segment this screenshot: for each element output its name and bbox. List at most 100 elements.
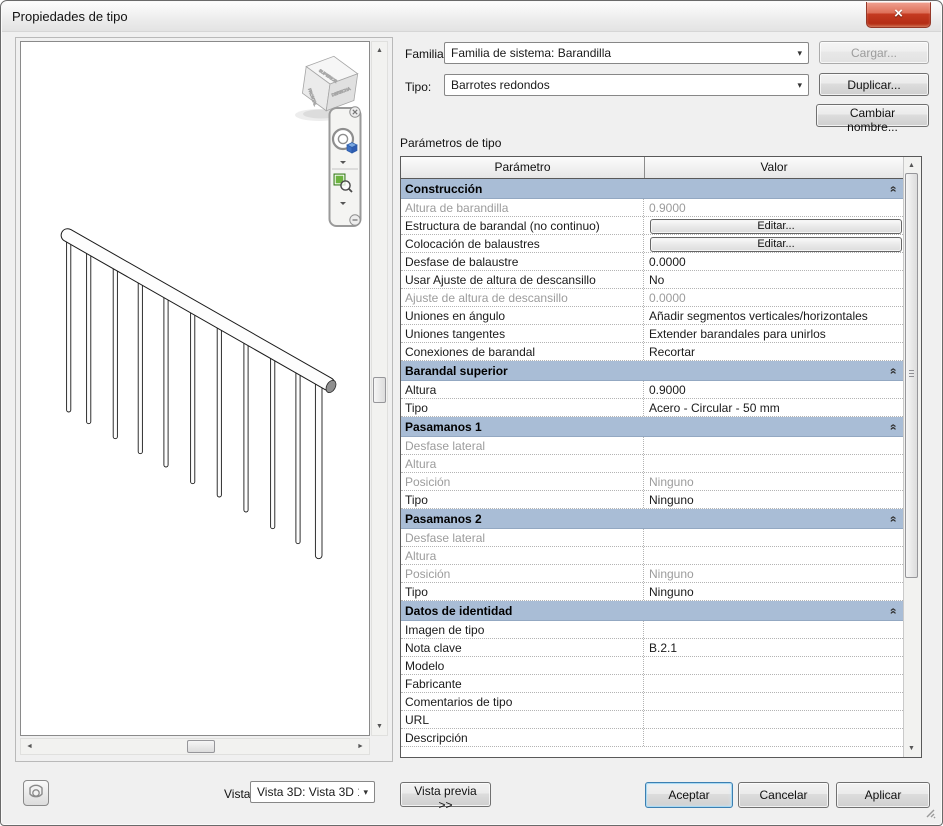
section-header-construccion[interactable]: Construcción» (401, 179, 903, 199)
table-header: Parámetro Valor (401, 157, 903, 179)
scroll-down-button[interactable]: ▼ (372, 719, 387, 734)
param-value[interactable]: B.2.1 (644, 639, 903, 656)
param-name: Tipo (401, 583, 644, 600)
param-value[interactable]: Ninguno (644, 583, 903, 600)
param-row-uniones-tangentes: Uniones tangentesExtender barandales par… (401, 325, 903, 343)
chevron-down-icon: ▾ (797, 80, 802, 91)
param-name: Uniones en ángulo (401, 307, 644, 324)
collapse-chevron-icon[interactable]: » (886, 423, 900, 430)
section-header-pasamanos-1[interactable]: Pasamanos 1» (401, 417, 903, 437)
title-bar[interactable]: Propiedades de tipo × (2, 2, 941, 32)
collapse-chevron-icon[interactable]: » (886, 515, 900, 522)
param-value[interactable] (644, 621, 903, 638)
param-value[interactable]: 0.0000 (644, 253, 903, 270)
param-name: Descripción (401, 729, 644, 746)
tipo-combobox[interactable]: Barrotes redondos ▾ (444, 74, 809, 96)
tipo-value: Barrotes redondos (451, 78, 793, 92)
param-name: Comentarios de tipo (401, 693, 644, 710)
param-value[interactable] (644, 675, 903, 692)
column-header-valor[interactable]: Valor (645, 157, 903, 178)
param-value[interactable] (644, 693, 903, 710)
scroll-right-button[interactable]: ► (353, 739, 368, 754)
param-value[interactable]: No (644, 271, 903, 288)
table-vscrollbar[interactable]: ▲ ▼ (903, 157, 921, 757)
param-row-uniones-en-angulo: Uniones en ánguloAñadir segmentos vertic… (401, 307, 903, 325)
param-value (644, 437, 903, 454)
param-row-altura-de-barandilla: Altura de barandilla0.9000 (401, 199, 903, 217)
param-name: Conexiones de barandal (401, 343, 644, 360)
param-value[interactable]: Añadir segmentos verticales/horizontales (644, 307, 903, 324)
param-row-imagen-de-tipo: Imagen de tipo (401, 621, 903, 639)
vista-combobox[interactable]: Vista 3D: Vista 3D 1 ▾ (250, 781, 375, 803)
vista-previa-button[interactable]: Vista previa >> (400, 782, 491, 807)
preview-3d-canvas[interactable]: SUPERIOR FRONTAL DERECHA (20, 41, 370, 736)
section-title: Datos de identidad (405, 604, 889, 618)
familia-combobox[interactable]: Familia de sistema: Barandilla ▾ (444, 42, 809, 64)
table-vscroll-thumb[interactable] (905, 173, 918, 578)
param-value[interactable]: Editar... (644, 217, 903, 234)
param-name: Nota clave (401, 639, 644, 656)
param-value: Ninguno (644, 473, 903, 490)
top-rail (59, 226, 338, 394)
param-row-tipo: TipoAcero - Circular - 50 mm (401, 399, 903, 417)
editar-button[interactable]: Editar... (650, 219, 901, 234)
param-name: Posición (401, 565, 644, 582)
section-header-barandal-superior[interactable]: Barandal superior» (401, 361, 903, 381)
type-properties-dialog: Propiedades de tipo × (0, 0, 943, 826)
param-value[interactable] (644, 729, 903, 746)
param-value[interactable] (644, 657, 903, 674)
param-name: Modelo (401, 657, 644, 674)
section-title: Construcción (405, 182, 889, 196)
section-header-pasamanos-2[interactable]: Pasamanos 2» (401, 509, 903, 529)
param-row-estructura-de-barandal-no-continuo-: Estructura de barandal (no continuo) Edit… (401, 217, 903, 235)
param-row-descripcion: Descripción (401, 729, 903, 747)
param-value: Ninguno (644, 565, 903, 582)
param-value[interactable]: Extender barandales para unirlos (644, 325, 903, 342)
navigation-wheel-button[interactable] (23, 780, 49, 806)
hscroll-thumb[interactable] (187, 740, 215, 753)
table-scroll-up-button[interactable]: ▲ (904, 158, 919, 173)
dialog-title: Propiedades de tipo (12, 9, 128, 24)
collapse-chevron-icon[interactable]: » (886, 607, 900, 614)
vscroll-thumb[interactable] (373, 377, 386, 403)
param-value[interactable]: Acero - Circular - 50 mm (644, 399, 903, 416)
familia-value: Familia de sistema: Barandilla (451, 46, 793, 60)
collapse-chevron-icon[interactable]: » (886, 185, 900, 192)
aceptar-button[interactable]: Aceptar (645, 782, 733, 808)
cancelar-button[interactable]: Cancelar (738, 782, 829, 808)
column-header-parametro[interactable]: Parámetro (401, 157, 645, 178)
chevron-down-icon: ▾ (363, 787, 368, 798)
param-name: Ajuste de altura de descansillo (401, 289, 644, 306)
param-row-fabricante: Fabricante (401, 675, 903, 693)
duplicar-button[interactable]: Duplicar... (819, 73, 929, 96)
param-value[interactable]: Ninguno (644, 491, 903, 508)
param-value[interactable] (644, 711, 903, 728)
param-value[interactable]: Recortar (644, 343, 903, 360)
param-row-altura: Altura0.9000 (401, 381, 903, 399)
section-header-datos-de-identidad[interactable]: Datos de identidad» (401, 601, 903, 621)
cargar-button[interactable]: Cargar... (819, 41, 929, 64)
navbar-close-icon (350, 107, 360, 117)
scroll-left-button[interactable]: ◄ (22, 739, 37, 754)
table-scroll-down-button[interactable]: ▼ (904, 741, 919, 756)
collapse-chevron-icon[interactable]: » (886, 367, 900, 374)
param-row-url: URL (401, 711, 903, 729)
scroll-up-button[interactable]: ▲ (372, 43, 387, 58)
cambiar-nombre-button[interactable]: Cambiar nombre... (816, 104, 929, 127)
param-value[interactable]: 0.9000 (644, 381, 903, 398)
editar-button[interactable]: Editar... (650, 237, 901, 252)
param-row-altura: Altura (401, 455, 903, 473)
close-button[interactable]: × (866, 2, 931, 28)
param-value[interactable]: Editar... (644, 235, 903, 252)
railing-3d-drawing: SUPERIOR FRONTAL DERECHA (21, 42, 369, 735)
parametros-de-tipo-label: Parámetros de tipo (400, 136, 501, 150)
param-name: Altura (401, 455, 644, 472)
param-name: Colocación de balaustres (401, 235, 644, 252)
tipo-label: Tipo: (405, 80, 431, 94)
aplicar-button[interactable]: Aplicar (836, 782, 930, 808)
param-row-modelo: Modelo (401, 657, 903, 675)
resize-grip[interactable] (924, 807, 936, 819)
param-name: Estructura de barandal (no continuo) (401, 217, 644, 234)
preview-vscrollbar[interactable]: ▲ ▼ (371, 41, 388, 736)
preview-hscrollbar[interactable]: ◄ ► (20, 738, 370, 755)
